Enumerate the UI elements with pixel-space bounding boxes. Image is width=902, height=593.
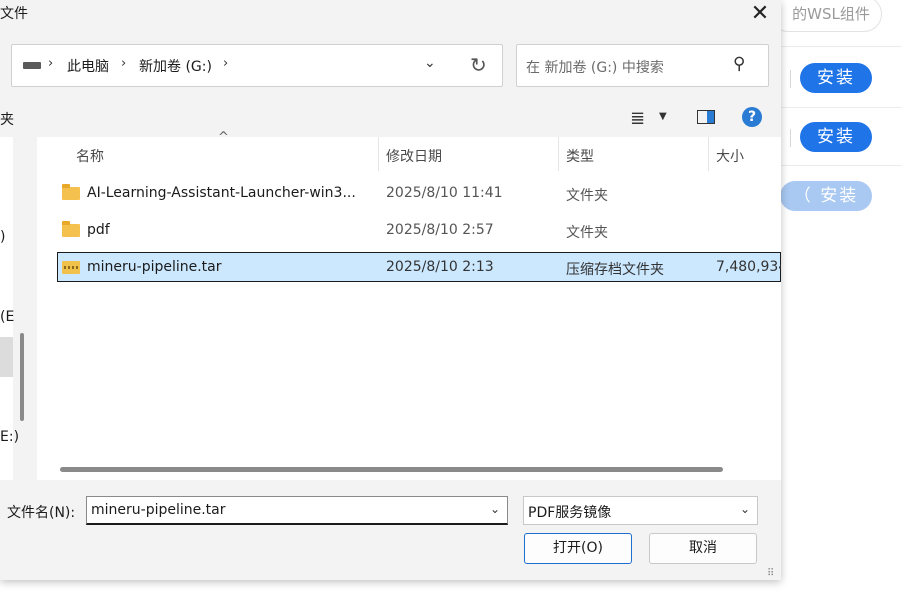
- zip-folder-icon: [62, 261, 80, 274]
- divider: [780, 107, 902, 108]
- file-date: 2025/8/10 2:13: [386, 259, 494, 275]
- navigation-item[interactable]: (E: [0, 309, 14, 325]
- chevron-right-icon[interactable]: ›: [121, 56, 126, 71]
- column-divider[interactable]: [708, 137, 709, 171]
- navigation-scrollbar[interactable]: [20, 333, 24, 421]
- file-name[interactable]: pdf: [87, 222, 110, 238]
- sort-ascending-icon: ^: [218, 130, 229, 145]
- chevron-right-icon[interactable]: ›: [48, 56, 53, 71]
- file-size: 7,480,934: [716, 259, 781, 275]
- file-type: 文件夹: [566, 225, 608, 241]
- file-name[interactable]: AI-Learning-Assistant-Launcher-win3...: [87, 185, 356, 201]
- breadcrumb-this-pc[interactable]: 此电脑: [67, 56, 109, 76]
- resize-grip-icon[interactable]: ⠿: [767, 568, 774, 579]
- dialog-title: 文件: [0, 6, 28, 22]
- open-button[interactable]: 打开(O): [524, 533, 632, 564]
- divider: [790, 129, 791, 147]
- help-icon[interactable]: ?: [742, 107, 762, 127]
- install-button[interactable]: 安装: [800, 63, 872, 93]
- install-button[interactable]: （ 安装: [780, 181, 872, 211]
- file-name[interactable]: mineru-pipeline.tar: [87, 259, 222, 275]
- navigation-item-selected[interactable]: [0, 337, 13, 377]
- column-header-type[interactable]: 类型: [566, 146, 594, 166]
- column-header-name[interactable]: 名称: [76, 146, 104, 166]
- open-file-dialog: 文件 ✕ › 此电脑 › 新加卷 (G:) › ⌄ ↻ 在 新加卷 (G:) 中…: [0, 0, 781, 580]
- column-divider[interactable]: [378, 137, 379, 171]
- wsl-component-button[interactable]: 的WSL组件: [770, 0, 882, 32]
- column-divider[interactable]: [558, 137, 559, 171]
- search-icon[interactable]: ⚲: [733, 54, 745, 74]
- breadcrumb-volume-g[interactable]: 新加卷 (G:): [139, 56, 212, 76]
- navigation-item[interactable]: E:): [0, 429, 19, 445]
- file-date: 2025/8/10 11:41: [386, 185, 503, 201]
- drive-icon: [23, 62, 41, 69]
- chevron-down-icon[interactable]: ⌄: [424, 55, 436, 71]
- close-icon[interactable]: ✕: [748, 0, 772, 30]
- search-placeholder: 在 新加卷 (G:) 中搜索: [526, 60, 664, 76]
- filename-value[interactable]: mineru-pipeline.tar: [91, 502, 226, 518]
- folder-icon: [62, 221, 80, 237]
- file-date: 2025/8/10 2:57: [386, 222, 494, 238]
- chevron-down-icon[interactable]: ⌄: [490, 502, 500, 516]
- column-header-size[interactable]: 大小: [716, 146, 744, 166]
- divider: [790, 70, 791, 88]
- refresh-icon[interactable]: ↻: [470, 53, 487, 77]
- folder-icon: [62, 184, 80, 200]
- new-folder-button[interactable]: 夹: [0, 109, 14, 129]
- file-type: 压缩存档文件夹: [566, 262, 664, 278]
- chevron-right-icon[interactable]: ›: [223, 56, 228, 71]
- view-options-icon[interactable]: ≣: [630, 108, 645, 129]
- column-header-date[interactable]: 修改日期: [386, 146, 442, 166]
- install-button[interactable]: 安装: [800, 122, 872, 152]
- preview-pane-icon[interactable]: [697, 110, 715, 124]
- chevron-down-icon[interactable]: ⌄: [740, 502, 750, 516]
- horizontal-scrollbar[interactable]: [60, 467, 723, 472]
- filename-label: 文件名(N):: [7, 505, 76, 521]
- file-type: 文件夹: [566, 188, 608, 204]
- divider: [780, 46, 902, 47]
- filetype-value[interactable]: PDF服务镜像: [528, 502, 611, 522]
- caret-down-icon[interactable]: ▼: [659, 111, 667, 122]
- divider: [780, 165, 902, 166]
- cancel-button[interactable]: 取消: [649, 533, 757, 564]
- navigation-item[interactable]: ): [0, 229, 5, 245]
